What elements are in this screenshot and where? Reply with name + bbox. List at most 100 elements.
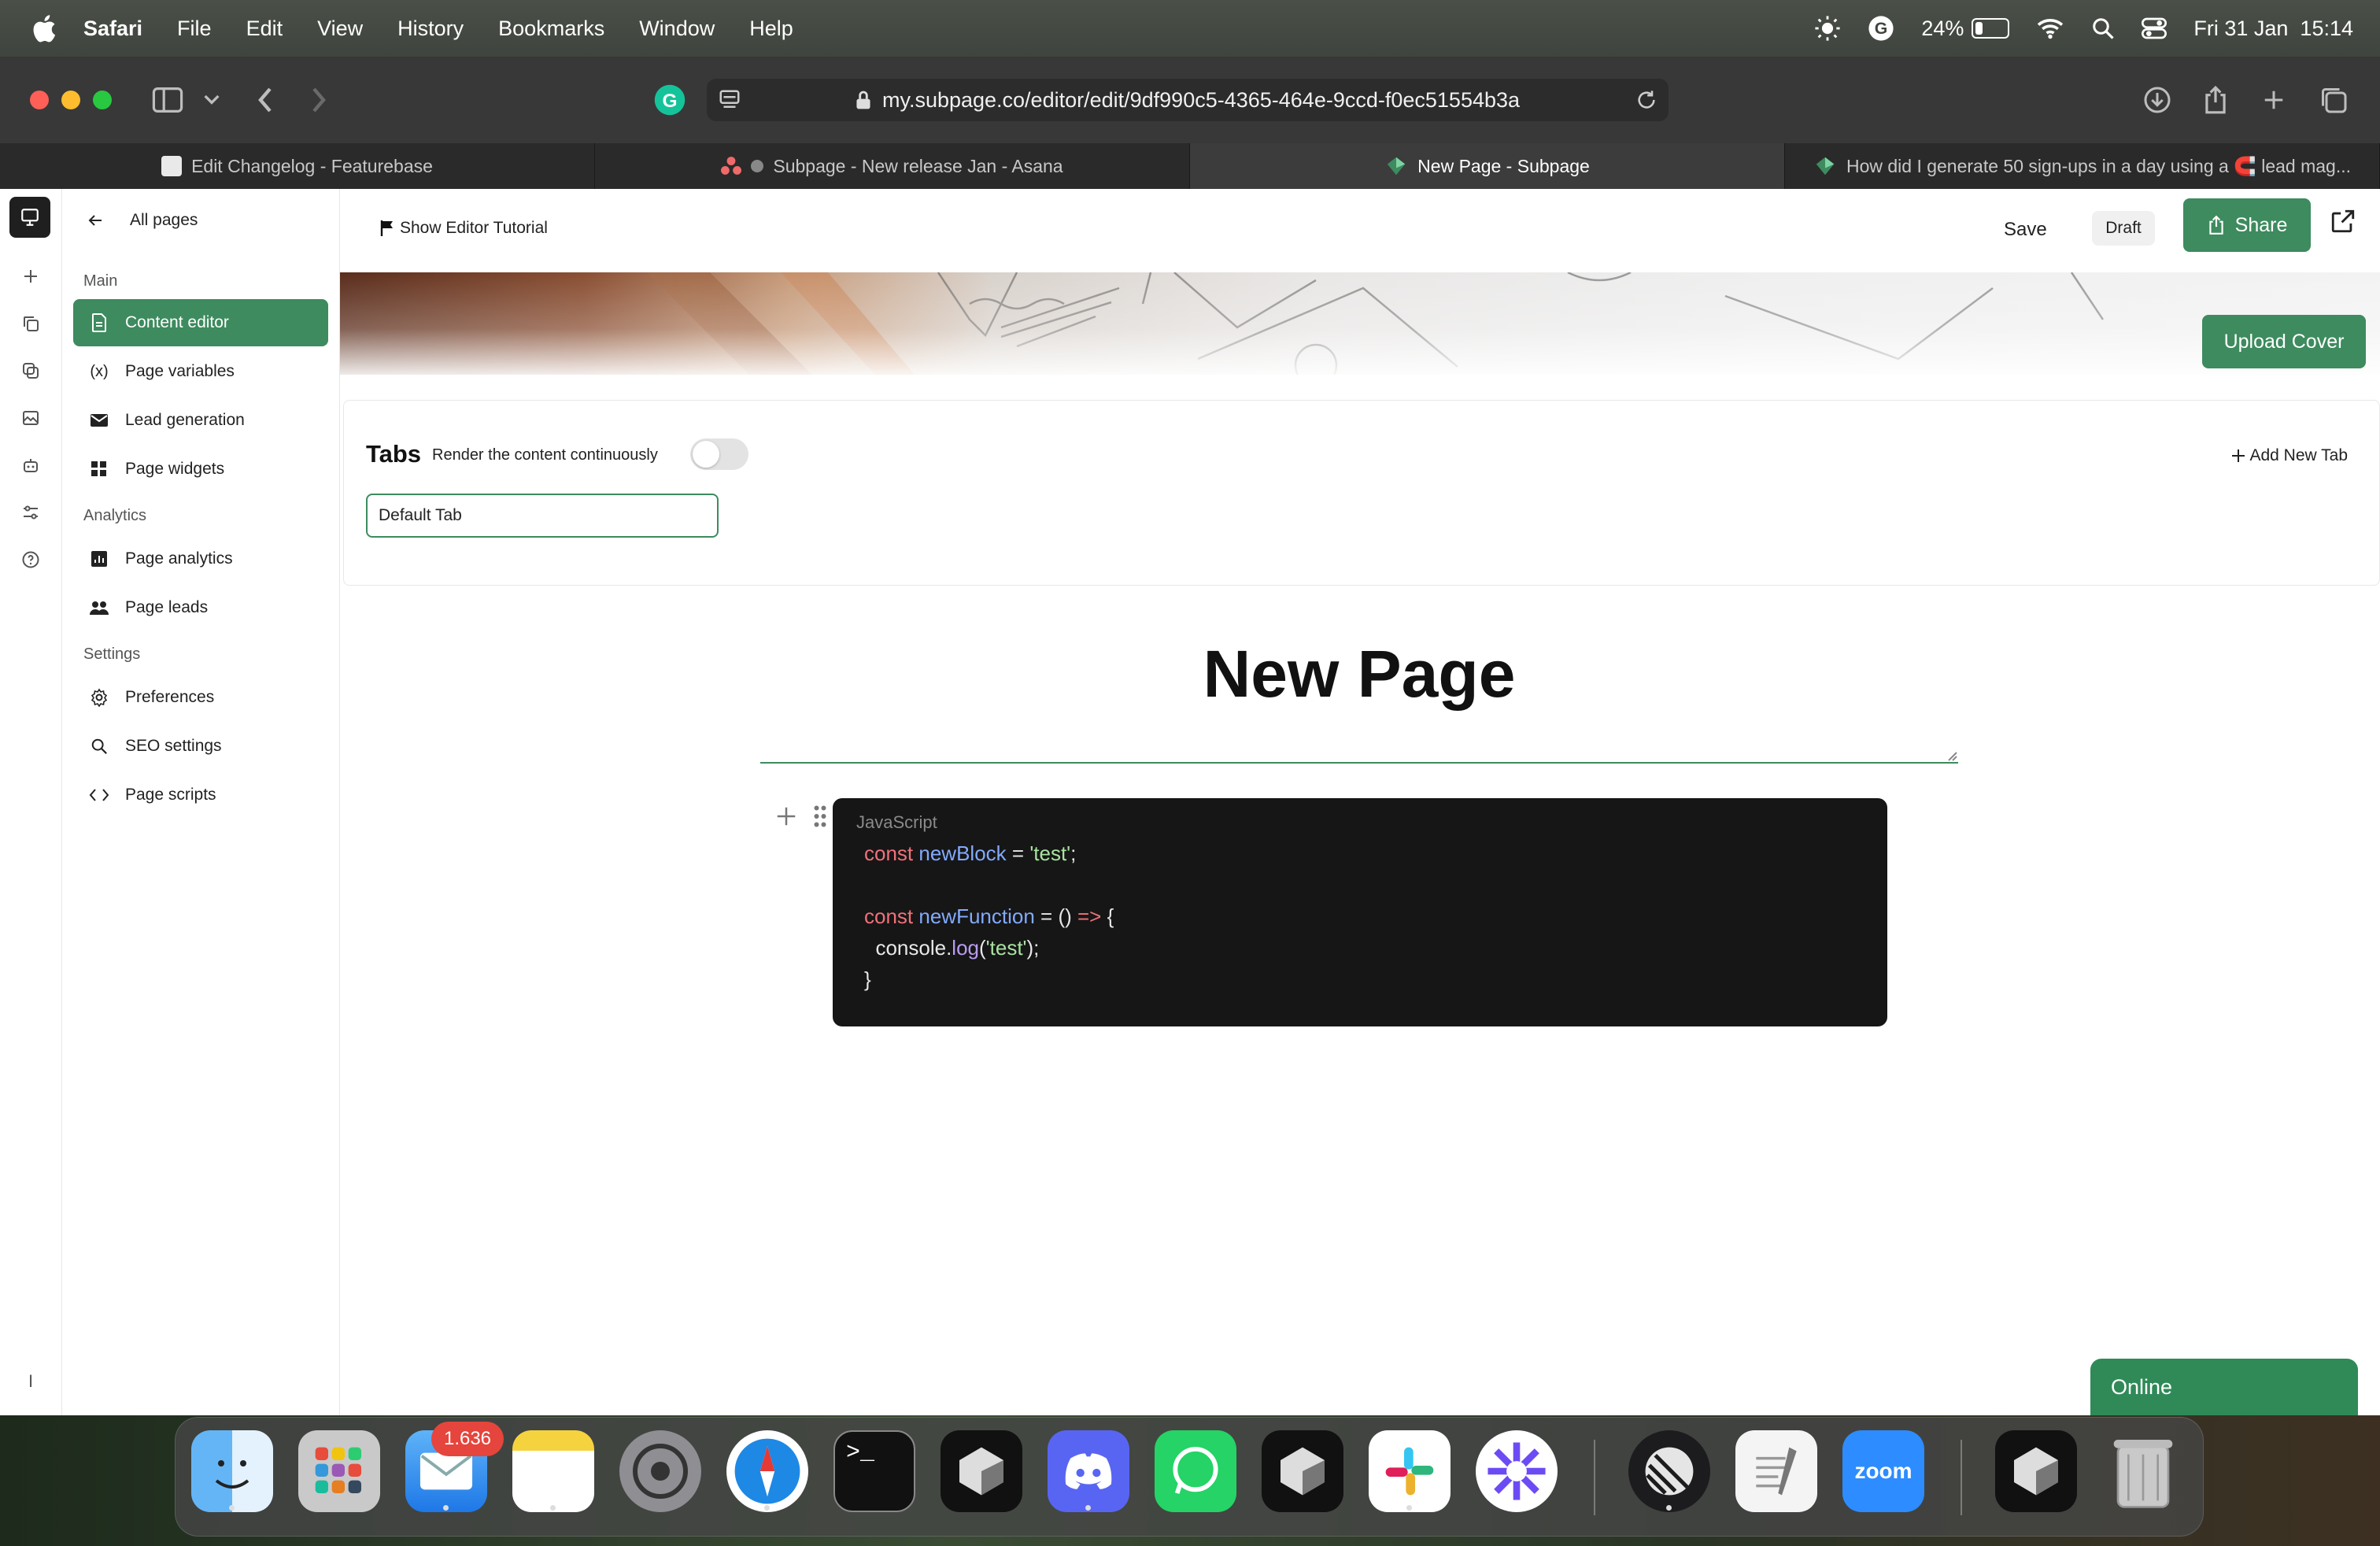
- clock[interactable]: Fri 31 Jan 15:14: [2193, 17, 2353, 41]
- media-icon[interactable]: [16, 403, 46, 433]
- grammarly-icon[interactable]: G: [1868, 15, 1894, 42]
- sidebar-item-seo-settings[interactable]: SEO settings: [73, 723, 328, 770]
- notes-icon[interactable]: [512, 1430, 594, 1512]
- grammarly-extension-icon[interactable]: G: [650, 80, 689, 120]
- sidebar-item-page-widgets[interactable]: Page widgets: [73, 446, 328, 493]
- sunburst-app-icon[interactable]: [1476, 1430, 1558, 1512]
- downloads-icon[interactable]: [2138, 80, 2177, 120]
- tabs-title: Tabs: [366, 440, 422, 468]
- finder-icon[interactable]: [191, 1430, 273, 1512]
- forward-icon[interactable]: [299, 80, 338, 120]
- address-bar[interactable]: my.subpage.co/editor/edit/9df990c5-4365-…: [707, 79, 1669, 121]
- online-status-widget[interactable]: Online: [2090, 1359, 2358, 1415]
- apple-icon[interactable]: [30, 13, 57, 44]
- minimize-window-button[interactable]: [61, 91, 80, 109]
- tab-title: How did I generate 50 sign-ups in a day …: [1846, 155, 2352, 176]
- tab-featurebase[interactable]: Edit Changelog - Featurebase: [0, 143, 595, 189]
- linear-icon[interactable]: [1628, 1430, 1710, 1512]
- sidebar-item-page-analytics[interactable]: Page analytics: [73, 535, 328, 583]
- render-continuously-toggle[interactable]: [690, 438, 748, 470]
- new-tab-icon[interactable]: [2254, 80, 2293, 120]
- sidebar-item-page-leads[interactable]: Page leads: [73, 584, 328, 631]
- system-settings-icon[interactable]: [619, 1430, 701, 1512]
- textedit-icon[interactable]: [1735, 1430, 1817, 1512]
- tab-asana[interactable]: Subpage - New release Jan - Asana: [595, 143, 1190, 189]
- brightness-icon[interactable]: [1814, 15, 1841, 42]
- pages-icon[interactable]: [9, 197, 50, 238]
- share-sheet-icon[interactable]: [2196, 80, 2235, 120]
- sidebar-item-label: Page variables: [125, 362, 235, 380]
- page-title[interactable]: New Page: [760, 636, 1958, 712]
- settings-sliders-icon[interactable]: [16, 497, 46, 527]
- sidebar-item-lead-generation[interactable]: Lead generation: [73, 397, 328, 444]
- tab-subpage[interactable]: New Page - Subpage: [1190, 143, 1785, 189]
- chevron-down-icon[interactable]: [192, 80, 231, 120]
- menu-edit[interactable]: Edit: [246, 17, 283, 41]
- control-center-icon[interactable]: [2142, 17, 2168, 40]
- open-external-icon[interactable]: [2330, 208, 2361, 239]
- menu-app-name[interactable]: Safari: [83, 17, 142, 41]
- draft-status-badge[interactable]: Draft: [2092, 211, 2155, 246]
- slack-icon[interactable]: [1369, 1430, 1451, 1512]
- copy-icon[interactable]: [16, 309, 46, 338]
- sidebar-toggle-icon[interactable]: [148, 80, 187, 120]
- upload-cover-button[interactable]: Upload Cover: [2202, 315, 2366, 368]
- wifi-icon[interactable]: [2036, 17, 2064, 40]
- share-button[interactable]: Share: [2183, 198, 2311, 252]
- help-icon[interactable]: [16, 545, 46, 575]
- close-window-button[interactable]: [30, 91, 49, 109]
- subpage-favicon: [1816, 157, 1835, 176]
- spotlight-search-icon[interactable]: [2091, 17, 2115, 40]
- sidebar-item-preferences[interactable]: Preferences: [73, 674, 328, 721]
- show-tutorial-button[interactable]: Show Editor Tutorial: [379, 219, 548, 238]
- menu-help[interactable]: Help: [749, 17, 793, 41]
- all-pages-link[interactable]: All pages: [86, 211, 198, 230]
- cube-app-icon-3[interactable]: [1995, 1430, 2077, 1512]
- editor-main: Show Editor Tutorial Save Draft Share Up…: [340, 189, 2380, 1415]
- cube-app-icon[interactable]: [941, 1430, 1022, 1512]
- zoom-icon[interactable]: zoom: [1842, 1430, 1924, 1512]
- discord-icon[interactable]: [1048, 1430, 1129, 1512]
- cube-app-icon-2[interactable]: [1262, 1430, 1343, 1512]
- tabs-panel: Tabs Render the content continuously Add…: [343, 400, 2380, 586]
- trash-icon[interactable]: [2102, 1430, 2184, 1512]
- reload-icon[interactable]: [1635, 89, 1658, 111]
- code-content[interactable]: const newBlock = 'test'; const newFuncti…: [864, 838, 1114, 995]
- default-tab-input[interactable]: Default Tab: [366, 494, 719, 538]
- resize-handle-icon[interactable]: [1946, 749, 1958, 762]
- sidebar-item-page-scripts[interactable]: Page scripts: [73, 771, 328, 819]
- back-icon[interactable]: [246, 80, 285, 120]
- tab-overview-icon[interactable]: [2314, 80, 2353, 120]
- menu-history[interactable]: History: [397, 17, 464, 41]
- page-menu-icon[interactable]: [718, 88, 741, 112]
- bot-icon[interactable]: [16, 450, 46, 480]
- battery-indicator[interactable]: 24%: [1921, 16, 2010, 41]
- rail-bottom-label[interactable]: I: [16, 1367, 46, 1396]
- sidebar-item-page-variables[interactable]: (x) Page variables: [73, 348, 328, 395]
- save-button[interactable]: Save: [2004, 219, 2047, 241]
- menu-file[interactable]: File: [177, 17, 212, 41]
- code-language-label[interactable]: JavaScript: [856, 812, 937, 833]
- menu-window[interactable]: Window: [639, 17, 715, 41]
- users-icon: [89, 597, 109, 618]
- add-icon[interactable]: [16, 261, 46, 291]
- battery-percent: 24%: [1921, 16, 1964, 40]
- menu-view[interactable]: View: [317, 17, 363, 41]
- templates-icon[interactable]: [16, 356, 46, 386]
- terminal-icon[interactable]: >_: [833, 1430, 915, 1512]
- tab-title: Edit Changelog - Featurebase: [191, 155, 433, 176]
- subpage-favicon: [1387, 157, 1406, 176]
- page-title-block[interactable]: New Page: [760, 616, 1958, 764]
- add-block-icon[interactable]: [774, 804, 798, 828]
- code-block[interactable]: JavaScript const newBlock = 'test'; cons…: [833, 798, 1887, 1026]
- launchpad-icon[interactable]: [298, 1430, 380, 1512]
- tab-blog[interactable]: How did I generate 50 sign-ups in a day …: [1785, 143, 2380, 189]
- safari-app-icon[interactable]: [726, 1430, 808, 1512]
- zoom-window-button[interactable]: [93, 91, 112, 109]
- drag-handle-icon[interactable]: [812, 804, 828, 828]
- menu-bookmarks[interactable]: Bookmarks: [498, 17, 604, 41]
- whatsapp-icon[interactable]: [1155, 1430, 1236, 1512]
- dock-separator: [1594, 1440, 1595, 1515]
- sidebar-item-content-editor[interactable]: Content editor: [73, 299, 328, 346]
- add-new-tab-button[interactable]: Add New Tab: [2230, 446, 2348, 465]
